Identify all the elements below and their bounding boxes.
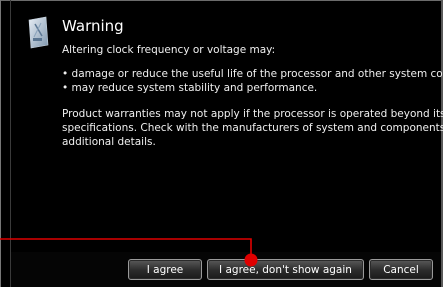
list-item: • may reduce system stability and perfor… <box>62 82 318 94</box>
warning-dialog: Warning Altering clock frequency or volt… <box>0 0 443 287</box>
agree-button[interactable]: I agree <box>128 259 202 280</box>
note-line: Product warranties may not apply if the … <box>62 108 443 120</box>
dialog-title: Warning <box>62 17 124 35</box>
warranty-note: Product warranties may not apply if the … <box>62 107 443 149</box>
risk-list: • damage or reduce the useful life of th… <box>62 67 443 95</box>
window-frame-inner-edge <box>10 0 11 287</box>
list-item: • damage or reduce the useful life of th… <box>62 68 443 80</box>
cancel-button[interactable]: Cancel <box>369 259 433 280</box>
intro-text: Altering clock frequency or voltage may: <box>62 44 276 56</box>
window-frame-left <box>0 0 1 287</box>
note-line: additional details. <box>62 136 156 148</box>
window-frame-top <box>0 0 443 1</box>
note-line: specifications. Check with the manufactu… <box>62 122 443 134</box>
warning-shield-icon <box>28 16 49 49</box>
agree-dont-show-again-button[interactable]: I agree, don't show again <box>207 259 364 280</box>
